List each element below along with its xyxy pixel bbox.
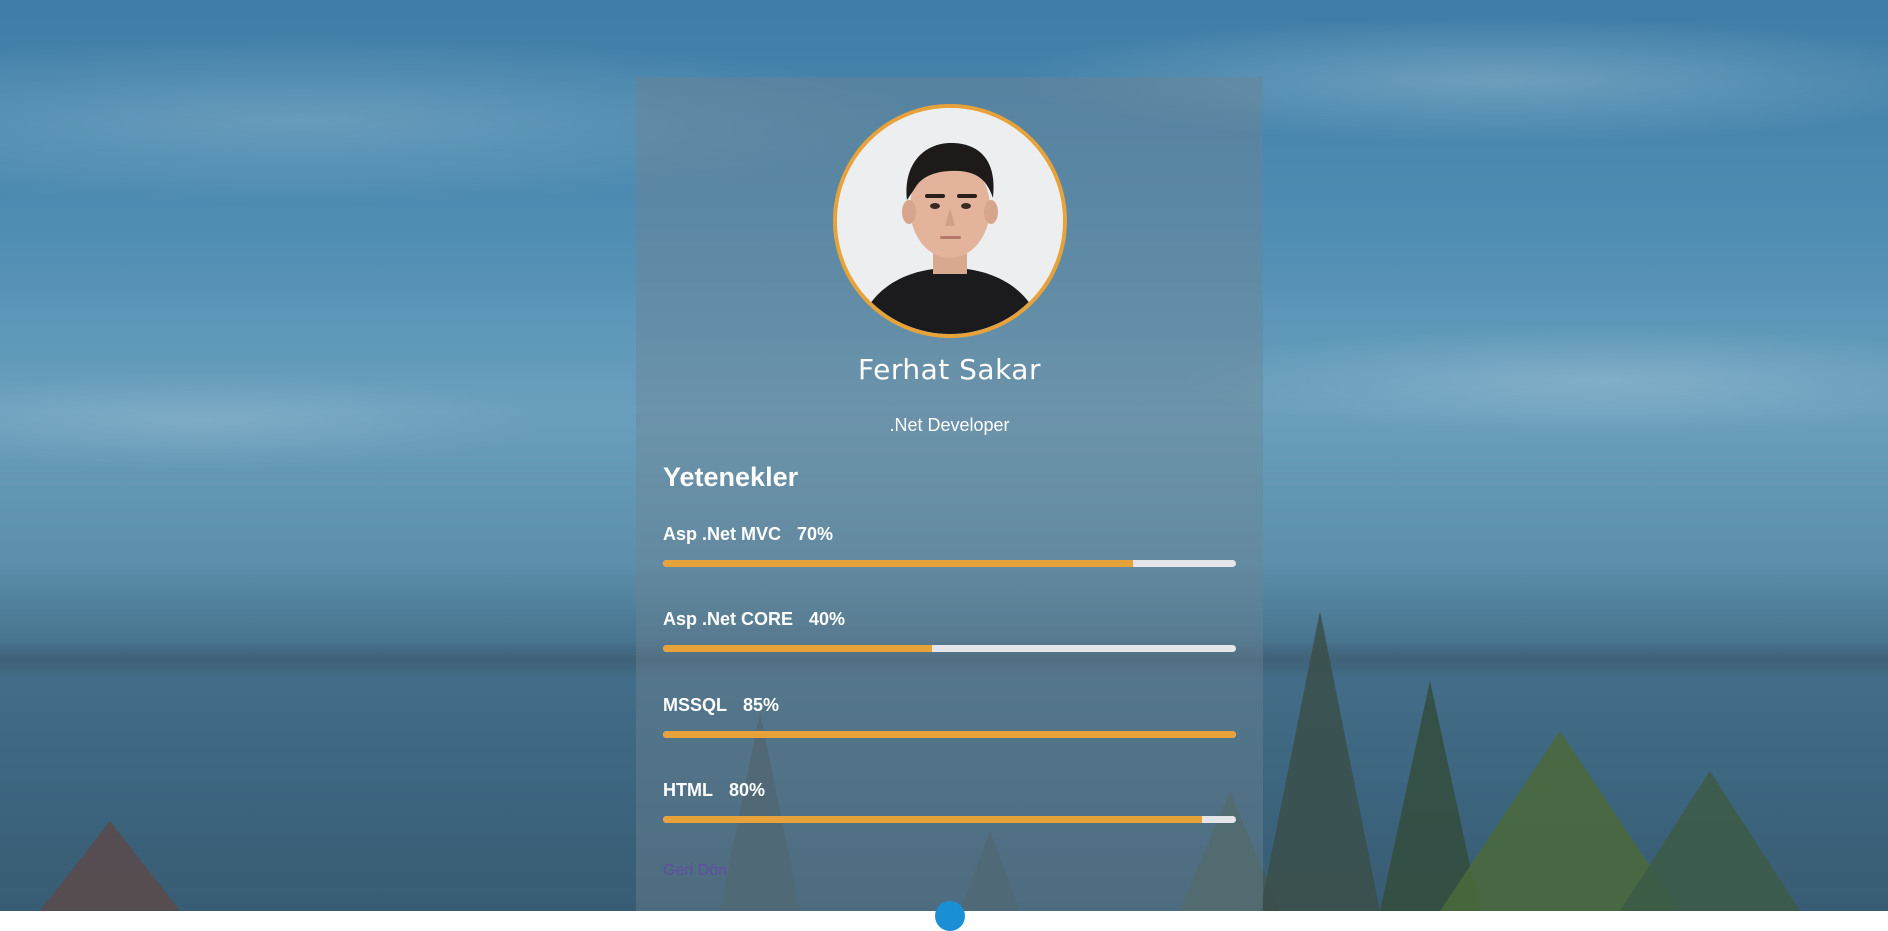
skill-percent: 40% <box>809 609 846 629</box>
skill-percent: 85% <box>743 695 780 715</box>
skill-item: HTML 80% <box>663 778 1236 823</box>
tree-silhouette <box>1620 771 1800 911</box>
skill-progress-bar <box>663 816 1236 823</box>
back-link[interactable]: Geri Dön <box>663 862 727 880</box>
skill-progress-fill <box>663 560 1133 567</box>
skill-progress-fill <box>663 731 1236 738</box>
skill-progress-fill <box>663 645 933 652</box>
skill-item: Asp .Net MVC 70% <box>663 522 1236 567</box>
profile-card: Ferhat Sakar .Net Developer Yetenekler A… <box>636 77 1263 931</box>
skill-label: HTML <box>663 780 713 800</box>
skill-percent: 80% <box>728 780 766 800</box>
skills-heading: Yetenekler <box>663 462 799 492</box>
scroll-to-top-button[interactable] <box>935 901 965 931</box>
profile-name: Ferhat Sakar <box>858 353 1041 386</box>
skill-item: Asp .Net CORE 40% <box>663 607 1236 652</box>
tree-silhouette <box>40 821 180 911</box>
skill-item: MSSQL 85% <box>663 693 1236 738</box>
tree-silhouette <box>1260 611 1380 911</box>
skill-progress-bar <box>663 645 1236 652</box>
avatar-portrait-icon <box>837 108 1063 334</box>
skill-label: Asp .Net CORE <box>663 609 794 629</box>
skill-progress-bar <box>663 560 1236 567</box>
avatar <box>833 104 1067 338</box>
skill-progress-bar <box>663 731 1236 738</box>
profile-title: .Net Developer <box>889 415 1010 435</box>
skill-label: MSSQL <box>663 695 728 715</box>
skill-progress-fill <box>663 816 1202 823</box>
skill-label: Asp .Net MVC <box>663 524 782 544</box>
skill-percent: 70% <box>797 524 834 544</box>
